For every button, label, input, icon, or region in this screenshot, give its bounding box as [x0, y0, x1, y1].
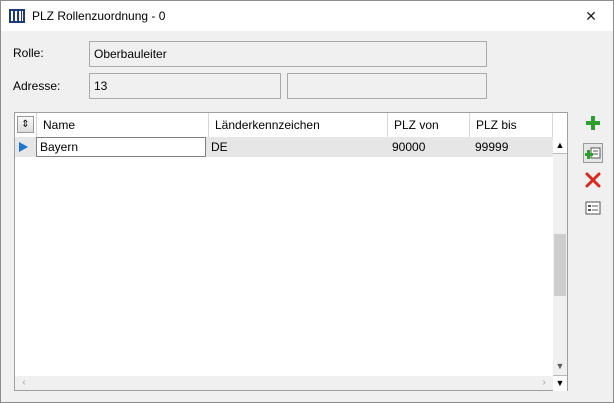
scroll-to-top-button[interactable]: ▲ — [553, 137, 567, 154]
scroll-left-icon[interactable]: ‹ — [17, 376, 31, 390]
sort-cell: ⇕ — [15, 113, 37, 137]
details-icon — [585, 201, 601, 215]
scroll-bottom-icon: ▼ — [555, 378, 565, 388]
scroll-right-icon[interactable]: › — [537, 376, 551, 390]
delete-icon — [585, 172, 601, 188]
close-icon: ✕ — [585, 7, 597, 24]
scroll-top-icon: ▲ — [555, 140, 565, 150]
app-icon — [9, 9, 25, 23]
current-row-indicator-icon — [19, 142, 28, 152]
scroll-down-icon[interactable]: ▼ — [553, 359, 567, 373]
window-title: PLZ Rollenzuordnung - 0 — [32, 9, 166, 23]
cell-plz-von[interactable]: 90000 — [392, 137, 425, 157]
rolle-label: Rolle: — [13, 46, 44, 60]
cell-name[interactable]: Bayern — [36, 137, 206, 157]
dialog-window: PLZ Rollenzuordnung - 0 ✕ Rolle: Oberbau… — [0, 0, 614, 403]
cell-laenderkennzeichen[interactable]: DE — [211, 137, 228, 157]
title-bar: PLZ Rollenzuordnung - 0 ✕ — [1, 1, 613, 31]
close-button[interactable]: ✕ — [569, 1, 613, 31]
vertical-scroll-thumb[interactable] — [554, 234, 566, 296]
rolle-field[interactable]: Oberbauleiter — [89, 41, 487, 67]
sort-button[interactable]: ⇕ — [17, 116, 34, 133]
plz-grid: ⇕ Name Länderkennzeichen PLZ von PLZ bis… — [14, 112, 568, 391]
scroll-to-bottom-button[interactable]: ▼ — [553, 375, 567, 391]
grid-header: ⇕ Name Länderkennzeichen PLZ von PLZ bis — [15, 113, 553, 138]
add-row-button[interactable] — [583, 143, 603, 163]
column-header-plz-bis[interactable]: PLZ bis — [470, 113, 553, 137]
adresse-label: Adresse: — [13, 79, 61, 93]
column-header-plz-von[interactable]: PLZ von — [388, 113, 470, 137]
delete-button[interactable] — [584, 171, 602, 189]
vertical-scrollbar[interactable]: ▲ ▼ ▼ — [553, 137, 567, 391]
cell-plz-bis[interactable]: 99999 — [475, 137, 508, 157]
add-row-icon — [585, 147, 601, 159]
column-header-name[interactable]: Name — [37, 113, 209, 137]
column-header-laenderkennzeichen[interactable]: Länderkennzeichen — [209, 113, 388, 137]
add-button[interactable] — [584, 114, 602, 132]
add-icon — [586, 116, 600, 130]
adresse-extra-field[interactable] — [287, 73, 487, 99]
sort-updown-icon: ⇕ — [21, 119, 30, 130]
table-row[interactable]: Bayern DE 90000 99999 — [15, 137, 553, 157]
horizontal-scrollbar[interactable]: ‹ › — [15, 376, 553, 390]
details-button[interactable] — [584, 199, 602, 217]
adresse-field[interactable]: 13 — [89, 73, 281, 99]
